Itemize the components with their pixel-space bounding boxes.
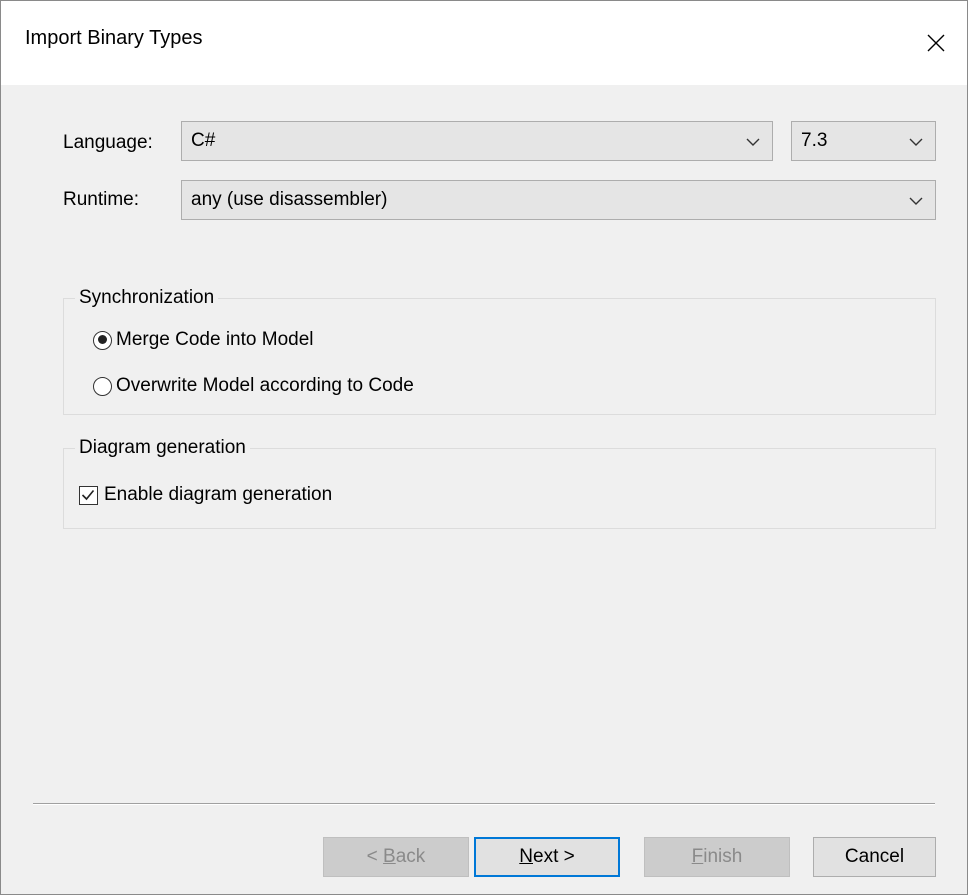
import-binary-types-dialog: Import Binary Types Language: C# 7.3 Run… (0, 0, 968, 895)
synchronization-group (63, 298, 936, 415)
radio-button[interactable] (93, 376, 112, 396)
next-button-rest: ext > (533, 846, 575, 867)
runtime-label: Runtime: (63, 189, 140, 210)
runtime-select[interactable]: any (use disassembler) (181, 180, 936, 220)
language-version-value: 7.3 (801, 130, 828, 151)
footer-separator (33, 803, 935, 805)
finish-button-rest: inish (703, 846, 743, 867)
language-select[interactable]: C# (181, 121, 773, 161)
diagram-generation-group-title: Diagram generation (75, 437, 250, 459)
next-button-mnemonic: N (519, 846, 533, 867)
language-version-select[interactable]: 7.3 (791, 121, 936, 161)
checkbox-label: Enable diagram generation (104, 484, 333, 505)
cancel-button[interactable]: Cancel (813, 837, 936, 877)
back-button-prefix: < (366, 846, 384, 867)
title-bar: Import Binary Types (1, 1, 967, 85)
language-label: Language: (63, 132, 153, 153)
finish-button-mnemonic: F (691, 846, 704, 867)
back-button-rest: ack (395, 846, 426, 867)
chevron-down-icon (909, 197, 923, 205)
radio-label: Overwrite Model according to Code (116, 375, 414, 396)
next-button[interactable]: Next > (474, 837, 620, 877)
back-button-mnemonic: B (383, 846, 396, 867)
runtime-value: any (use disassembler) (191, 189, 388, 210)
enable-diagram-generation-checkbox[interactable]: Enable diagram generation (79, 484, 332, 506)
close-button[interactable] (905, 1, 967, 85)
finish-button[interactable]: Finish (644, 837, 790, 877)
chevron-down-icon (746, 138, 760, 146)
radio-button-selected[interactable] (93, 330, 112, 350)
synchronization-group-title: Synchronization (75, 287, 219, 309)
close-icon (927, 34, 945, 52)
back-button[interactable]: < Back (323, 837, 469, 877)
language-value: C# (191, 130, 216, 151)
checkbox-box[interactable] (79, 485, 98, 505)
radio-merge-code-into-model[interactable]: Merge Code into Model (93, 329, 314, 351)
radio-overwrite-model-according-to-code[interactable]: Overwrite Model according to Code (93, 375, 414, 397)
checkmark-icon (81, 489, 95, 500)
radio-label: Merge Code into Model (116, 329, 314, 350)
dialog-title: Import Binary Types (25, 27, 203, 49)
chevron-down-icon (909, 138, 923, 146)
